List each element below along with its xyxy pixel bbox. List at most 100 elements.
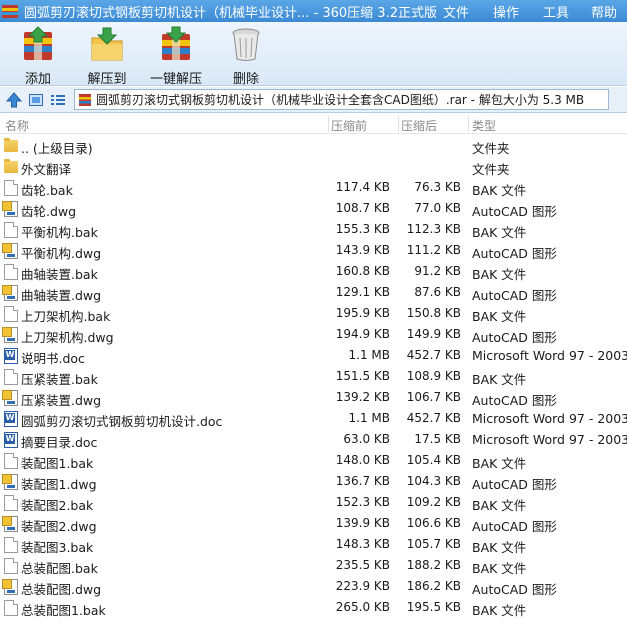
- file-name: 压紧装置.dwg: [21, 393, 102, 408]
- file-row[interactable]: 曲轴装置.dwg 129.1 KB 87.6 KB AutoCAD 图形: [0, 282, 627, 303]
- large-icons-view-button[interactable]: [26, 90, 46, 110]
- file-size: 265.0 KB: [335, 600, 390, 614]
- file-row[interactable]: 平衡机构.bak 155.3 KB 112.3 KB BAK 文件: [0, 219, 627, 240]
- file-type: AutoCAD 图形: [472, 582, 557, 597]
- menu-operation[interactable]: 操作: [493, 2, 519, 21]
- menu-file[interactable]: 文件: [443, 2, 469, 21]
- file-row[interactable]: 平衡机构.dwg 143.9 KB 111.2 KB AutoCAD 图形: [0, 240, 627, 261]
- one-click-extract-label: 一键解压: [149, 72, 202, 87]
- delete-button[interactable]: 删除: [216, 26, 276, 87]
- file-type: BAK 文件: [472, 498, 527, 513]
- bak-file-icon: [4, 369, 18, 385]
- toolbar: 添加 解压到 一键解压 删除: [0, 22, 627, 87]
- bak-file-icon: [4, 495, 18, 511]
- file-row[interactable]: 装配图1.bak 148.0 KB 105.4 KB BAK 文件: [0, 450, 627, 471]
- file-type: AutoCAD 图形: [472, 288, 557, 303]
- column-header: 名称 压缩前 压缩后 类型: [0, 114, 627, 134]
- file-name: 齿轮.dwg: [21, 204, 77, 219]
- bak-file-icon: [4, 264, 18, 280]
- file-name: 装配图3.bak: [21, 540, 94, 555]
- file-row[interactable]: 摘要目录.doc 63.0 KB 17.5 KB Microsoft Word 97 …: [0, 429, 627, 450]
- file-row[interactable]: 说明书.doc 1.1 MB 452.7 KB Microsoft Word 97 -…: [0, 345, 627, 366]
- file-packed-size: 91.2 KB: [414, 264, 461, 278]
- file-name: 平衡机构.dwg: [21, 246, 102, 261]
- file-row[interactable]: 装配图3.bak 148.3 KB 105.7 KB BAK 文件: [0, 534, 627, 555]
- file-list: .. (上级目录) 文件夹 外文翻译 文件夹 齿轮.bak 117.4 KB 76.3 KB…: [0, 135, 627, 618]
- one-click-extract-button[interactable]: 一键解压: [146, 26, 206, 87]
- file-packed-size: 112.3 KB: [406, 222, 461, 236]
- window-title: 圆弧剪刃滚切式钢板剪切机设计（机械毕业设计... - 360压缩 3.2正式版: [24, 5, 437, 21]
- file-name: 总装配图.dwg: [21, 582, 102, 597]
- file-row[interactable]: 装配图1.dwg 136.7 KB 104.3 KB AutoCAD 图形: [0, 471, 627, 492]
- file-row[interactable]: 装配图2.dwg 139.9 KB 106.6 KB AutoCAD 图形: [0, 513, 627, 534]
- folder-icon: [4, 138, 18, 152]
- file-size: 155.3 KB: [335, 222, 390, 236]
- autocad-file-icon: [2, 285, 18, 301]
- bak-file-icon: [4, 180, 18, 196]
- up-level-button[interactable]: [4, 90, 24, 110]
- icon-view-icon: [29, 93, 43, 106]
- column-divider[interactable]: [328, 116, 329, 132]
- add-button[interactable]: 添加: [8, 26, 68, 87]
- autocad-file-icon: [2, 579, 18, 595]
- file-size: 136.7 KB: [335, 474, 390, 488]
- file-row[interactable]: 曲轴装置.bak 160.8 KB 91.2 KB BAK 文件: [0, 261, 627, 282]
- file-row[interactable]: .. (上级目录) 文件夹: [0, 135, 627, 156]
- file-name: 平衡机构.bak: [21, 225, 98, 240]
- folder-icon: [4, 159, 18, 173]
- column-name[interactable]: 名称: [5, 117, 29, 134]
- file-row[interactable]: 上刀架机构.dwg 194.9 KB 149.9 KB AutoCAD 图形: [0, 324, 627, 345]
- file-name: 摘要目录.doc: [21, 435, 98, 450]
- file-row[interactable]: 外文翻译 文件夹: [0, 156, 627, 177]
- column-divider[interactable]: [398, 116, 399, 132]
- column-type[interactable]: 类型: [472, 117, 496, 134]
- file-size: 160.8 KB: [335, 264, 390, 278]
- file-row[interactable]: 压紧装置.bak 151.5 KB 108.9 KB BAK 文件: [0, 366, 627, 387]
- extract-to-button[interactable]: 解压到: [77, 26, 137, 87]
- file-packed-size: 149.9 KB: [406, 327, 461, 341]
- autocad-file-icon: [2, 474, 18, 490]
- file-packed-size: 106.6 KB: [406, 516, 461, 530]
- column-packed-size[interactable]: 压缩后: [401, 117, 437, 134]
- file-row[interactable]: 总装配图1.bak 265.0 KB 195.5 KB BAK 文件: [0, 597, 627, 618]
- file-name: 装配图2.bak: [21, 498, 94, 513]
- file-row[interactable]: 圆弧剪刃滚切式钢板剪切机设计.doc 1.1 MB 452.7 KB Microsof…: [0, 408, 627, 429]
- file-row[interactable]: 装配图2.bak 152.3 KB 109.2 KB BAK 文件: [0, 492, 627, 513]
- file-row[interactable]: 压紧装置.dwg 139.2 KB 106.7 KB AutoCAD 图形: [0, 387, 627, 408]
- file-type: BAK 文件: [472, 603, 527, 618]
- file-type: BAK 文件: [472, 309, 527, 324]
- file-row[interactable]: 总装配图.bak 235.5 KB 188.2 KB BAK 文件: [0, 555, 627, 576]
- file-type: BAK 文件: [472, 540, 527, 555]
- file-type: AutoCAD 图形: [472, 204, 557, 219]
- list-view-button[interactable]: [48, 90, 68, 110]
- file-type: 文件夹: [472, 141, 510, 156]
- file-row[interactable]: 上刀架机构.bak 195.9 KB 150.8 KB BAK 文件: [0, 303, 627, 324]
- add-label: 添加: [24, 72, 51, 87]
- trash-can-icon: [229, 26, 263, 62]
- file-row[interactable]: 总装配图.dwg 223.9 KB 186.2 KB AutoCAD 图形: [0, 576, 627, 597]
- autocad-file-icon: [2, 390, 18, 406]
- file-packed-size: 111.2 KB: [406, 243, 461, 257]
- file-type: AutoCAD 图形: [472, 393, 557, 408]
- bak-file-icon: [4, 222, 18, 238]
- file-type: Microsoft Word 97 - 2003: [472, 432, 627, 447]
- file-name: 圆弧剪刃滚切式钢板剪切机设计.doc: [21, 414, 223, 429]
- file-packed-size: 452.7 KB: [406, 348, 461, 362]
- menu-help[interactable]: 帮助: [591, 2, 617, 21]
- bak-file-icon: [4, 306, 18, 322]
- extract-folder-icon: [90, 26, 124, 62]
- menu-tools[interactable]: 工具: [543, 2, 569, 21]
- file-name: 曲轴装置.bak: [21, 267, 98, 282]
- archive-path-field[interactable]: 圆弧剪刃滚切式钢板剪切机设计（机械毕业设计全套含CAD图纸）.rar - 解包大…: [74, 89, 609, 110]
- file-type: AutoCAD 图形: [472, 519, 557, 534]
- file-packed-size: 87.6 KB: [414, 285, 461, 299]
- file-packed-size: 150.8 KB: [406, 306, 461, 320]
- column-divider[interactable]: [468, 116, 469, 132]
- file-name: 装配图2.dwg: [21, 519, 97, 534]
- list-view-icon: [51, 94, 65, 105]
- file-size: 235.5 KB: [335, 558, 390, 572]
- file-row[interactable]: 齿轮.bak 117.4 KB 76.3 KB BAK 文件: [0, 177, 627, 198]
- file-row[interactable]: 齿轮.dwg 108.7 KB 77.0 KB AutoCAD 图形: [0, 198, 627, 219]
- file-packed-size: 108.9 KB: [406, 369, 461, 383]
- column-size[interactable]: 压缩前: [331, 117, 367, 134]
